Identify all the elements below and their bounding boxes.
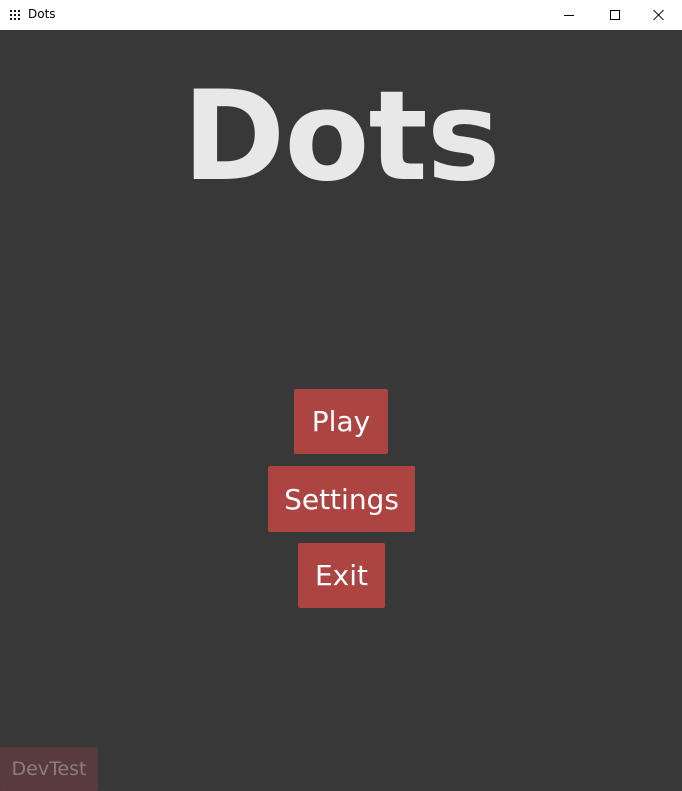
window-title: Dots [28,7,56,21]
main-menu-screen: Dots Play Settings Exit DevTest [0,30,682,791]
maximize-icon [610,10,620,20]
app-grid-icon [10,10,20,20]
title-bar[interactable]: Dots [0,0,682,30]
maximize-button[interactable] [592,0,638,30]
exit-button[interactable]: Exit [298,543,385,608]
play-button[interactable]: Play [294,389,388,454]
game-title: Dots [182,65,500,209]
devtest-button[interactable]: DevTest [0,747,98,791]
close-icon [653,9,665,21]
settings-button[interactable]: Settings [268,466,415,532]
close-button[interactable] [636,0,682,30]
minimize-icon [564,14,574,16]
minimize-button[interactable] [546,0,592,30]
app-window: Dots Dots Play Settings Exit DevTest [0,0,682,791]
